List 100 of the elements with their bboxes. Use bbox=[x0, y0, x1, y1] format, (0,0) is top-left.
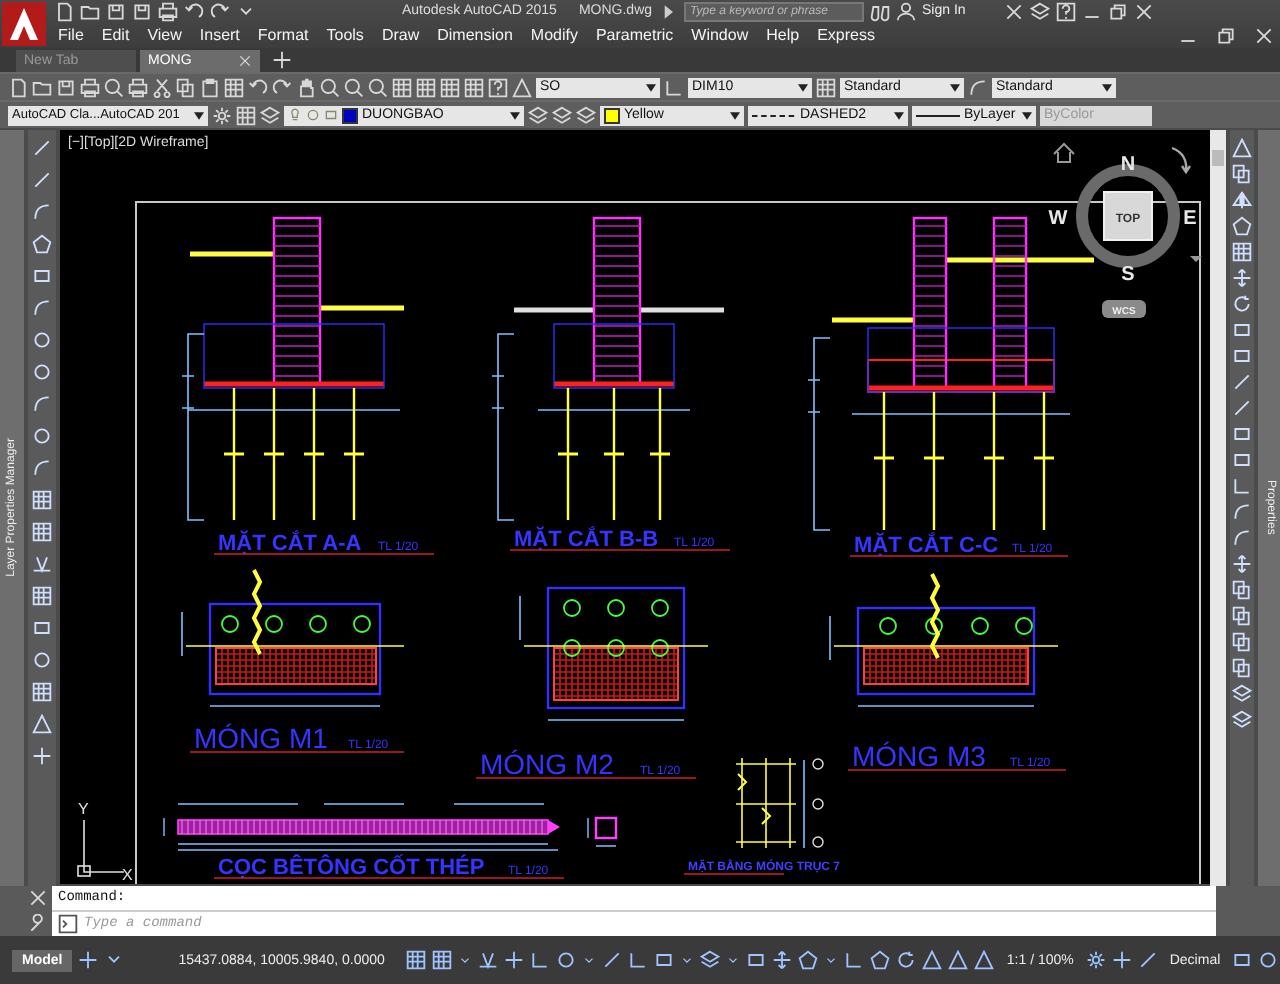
binoculars-icon[interactable] bbox=[870, 1, 891, 21]
dropdown-arrow-icon[interactable] bbox=[1190, 256, 1202, 262]
new-file-icon[interactable] bbox=[54, 1, 74, 21]
undo-icon[interactable] bbox=[184, 1, 204, 21]
cut-icon[interactable] bbox=[152, 77, 172, 97]
copy-icon[interactable] bbox=[176, 77, 196, 97]
snap-mode-icon[interactable] bbox=[432, 950, 453, 970]
drawing-title: CỌC BÊTÔNG CỐT THÉP bbox=[218, 856, 485, 880]
insert-block-icon[interactable] bbox=[32, 490, 52, 510]
drawing-title: MẶT CẮT B-B bbox=[514, 528, 659, 552]
close-icon[interactable] bbox=[1133, 1, 1154, 21]
make-current-icon[interactable] bbox=[528, 105, 548, 125]
arc-icon[interactable] bbox=[32, 298, 52, 318]
chevron-icon[interactable] bbox=[680, 953, 695, 967]
menu-item[interactable]: Format bbox=[257, 26, 309, 44]
app-logo-icon[interactable] bbox=[2, 2, 46, 46]
grid-display-icon[interactable] bbox=[406, 950, 427, 970]
table-icon[interactable] bbox=[32, 682, 52, 702]
chevron-icon[interactable] bbox=[824, 953, 839, 967]
ucs-menu-button[interactable] bbox=[1102, 300, 1146, 318]
pile-cross-section-drawing bbox=[587, 816, 618, 847]
close-icon[interactable] bbox=[1254, 25, 1274, 45]
line-icon[interactable] bbox=[32, 138, 52, 158]
print-icon[interactable] bbox=[80, 77, 100, 97]
open-folder-icon[interactable] bbox=[32, 77, 52, 97]
spline-icon[interactable] bbox=[32, 394, 52, 414]
polyline-icon[interactable] bbox=[32, 202, 52, 222]
construction-line-icon[interactable] bbox=[32, 170, 52, 190]
copy-icon[interactable] bbox=[1232, 164, 1252, 184]
rotate-arrow-icon[interactable] bbox=[1170, 146, 1192, 174]
chevron-icon[interactable] bbox=[582, 953, 597, 967]
viewcube-face[interactable] bbox=[1103, 191, 1153, 241]
zoom-icon[interactable] bbox=[320, 77, 340, 97]
menu-item[interactable]: Insert bbox=[199, 26, 240, 44]
menu-item[interactable]: View bbox=[147, 26, 182, 44]
new-tab-icon[interactable] bbox=[272, 50, 292, 70]
axis-label: X bbox=[122, 866, 133, 884]
menu-item[interactable]: Parametric bbox=[595, 26, 674, 44]
paste-icon[interactable] bbox=[200, 77, 220, 97]
chevron-icon[interactable] bbox=[458, 953, 473, 967]
compass-label: E bbox=[1183, 208, 1197, 230]
restore-icon[interactable] bbox=[1107, 1, 1128, 21]
dimension-style-icon[interactable] bbox=[664, 77, 684, 97]
axis-label: Y bbox=[78, 800, 89, 818]
rotate-icon[interactable] bbox=[1232, 294, 1252, 314]
chevron-icon[interactable] bbox=[726, 953, 741, 967]
menu-item[interactable]: Help bbox=[766, 26, 800, 44]
rectangle-icon[interactable] bbox=[32, 266, 52, 286]
redo-icon[interactable] bbox=[210, 1, 230, 21]
layer-properties-icon[interactable] bbox=[260, 105, 280, 125]
vertical-scrollbar[interactable] bbox=[1210, 130, 1226, 886]
menu-item[interactable]: Window bbox=[691, 26, 749, 44]
wrench-icon[interactable] bbox=[28, 913, 48, 934]
redo-icon[interactable] bbox=[272, 77, 292, 97]
polygon-icon[interactable] bbox=[32, 234, 52, 254]
drawing-title: MÓNG M2 bbox=[480, 748, 614, 780]
layer-states-icon[interactable] bbox=[576, 105, 596, 125]
menu-item[interactable]: Tools bbox=[326, 26, 364, 44]
restore-icon[interactable] bbox=[1216, 25, 1236, 45]
help-icon[interactable] bbox=[488, 77, 508, 97]
undo-icon[interactable] bbox=[248, 77, 268, 97]
array-icon[interactable] bbox=[1232, 242, 1252, 262]
new-file-icon[interactable] bbox=[8, 77, 28, 97]
compass-label: W bbox=[1048, 208, 1068, 230]
mirror-icon[interactable] bbox=[1232, 190, 1252, 210]
caret-icon bbox=[510, 111, 520, 119]
move-icon[interactable] bbox=[1232, 268, 1252, 288]
menu-item[interactable]: Express bbox=[817, 26, 875, 44]
layer-swatch-icon bbox=[342, 107, 358, 123]
caret-icon bbox=[950, 83, 960, 91]
menu-item[interactable]: Modify bbox=[530, 26, 578, 44]
workspace-settings-icon[interactable] bbox=[212, 105, 232, 125]
menu-item[interactable]: Edit bbox=[101, 26, 130, 44]
caret-icon bbox=[730, 111, 740, 119]
caret-icon bbox=[798, 83, 808, 91]
publish-icon[interactable] bbox=[128, 77, 148, 97]
drawing-title: MÓNG M3 bbox=[852, 740, 986, 772]
menu-item[interactable]: File bbox=[58, 26, 84, 44]
save-icon[interactable] bbox=[56, 77, 76, 97]
home-icon[interactable] bbox=[1053, 142, 1075, 163]
close-icon[interactable] bbox=[238, 54, 252, 68]
print-preview-icon[interactable] bbox=[104, 77, 124, 97]
menu-item[interactable]: Dimension bbox=[437, 26, 513, 44]
menu-item[interactable]: Draw bbox=[381, 26, 420, 44]
save-as-icon[interactable] bbox=[132, 1, 152, 21]
caret-icon bbox=[1102, 83, 1112, 91]
layer-previous-icon[interactable] bbox=[552, 105, 572, 125]
multileader-style-icon[interactable] bbox=[968, 77, 988, 97]
zoom-previous-icon[interactable] bbox=[368, 77, 388, 97]
workspace-gear-icon[interactable] bbox=[1085, 950, 1106, 970]
zoom-window-icon[interactable] bbox=[344, 77, 364, 97]
close-icon[interactable] bbox=[28, 888, 48, 909]
print-icon[interactable] bbox=[158, 1, 178, 21]
prompt-icon[interactable] bbox=[58, 914, 78, 934]
help-icon[interactable] bbox=[1055, 1, 1076, 21]
add-layout-icon[interactable] bbox=[78, 950, 99, 970]
open-folder-icon[interactable] bbox=[80, 1, 100, 21]
table-style-icon[interactable] bbox=[816, 77, 836, 97]
user-icon[interactable] bbox=[896, 1, 917, 21]
save-icon[interactable] bbox=[106, 1, 126, 21]
